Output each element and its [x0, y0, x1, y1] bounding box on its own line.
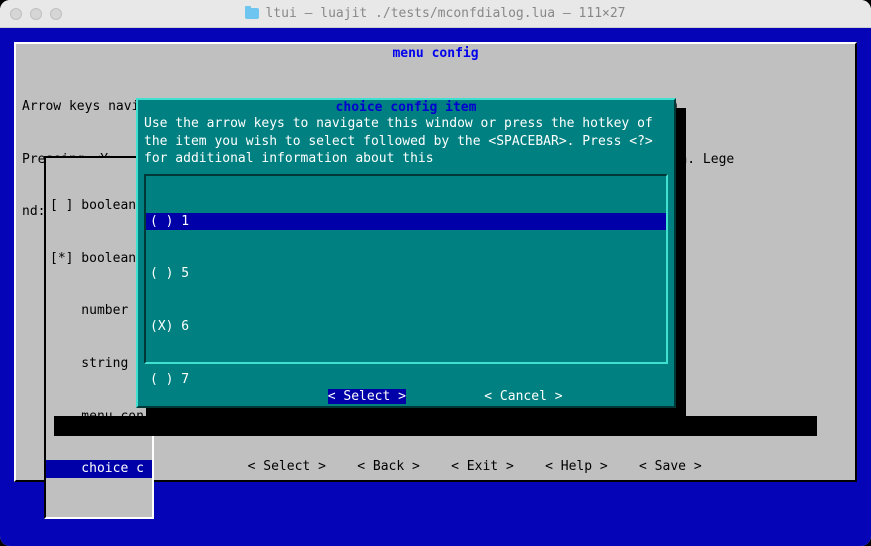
choice-config-dialog: choice config item Use the arrow keys to…: [136, 98, 676, 408]
zoom-icon[interactable]: [50, 8, 62, 20]
choice-cancel-button[interactable]: < Cancel >: [484, 389, 562, 404]
choice-title: choice config item: [138, 100, 674, 115]
select-button[interactable]: < Select >: [248, 459, 326, 474]
folder-icon: [245, 8, 259, 19]
window-title: ltui — luajit ./tests/mconfdialog.lua — …: [0, 6, 871, 21]
choice-help-text: Use the arrow keys to navigate this wind…: [138, 115, 674, 168]
terminal-area[interactable]: menu config Arrow keys navigate the menu…: [0, 28, 871, 546]
choice-item-6[interactable]: (X) 6: [146, 318, 666, 336]
exit-button[interactable]: < Exit >: [451, 459, 514, 474]
help-button[interactable]: < Help >: [545, 459, 608, 474]
choice-buttons: < Select > < Cancel >: [138, 374, 674, 419]
save-button[interactable]: < Save >: [639, 459, 702, 474]
back-button[interactable]: < Back >: [357, 459, 420, 474]
menu-buttons: < Select > < Back > < Exit > < Help > < …: [16, 444, 855, 489]
titlebar[interactable]: ltui — luajit ./tests/mconfdialog.lua — …: [0, 0, 871, 28]
choice-item-5[interactable]: ( ) 5: [146, 265, 666, 283]
choice-list[interactable]: ( ) 1 ( ) 5 (X) 6 ( ) 7: [144, 174, 668, 364]
menu-title: menu config: [16, 44, 855, 63]
close-icon[interactable]: [10, 8, 22, 20]
choice-select-button[interactable]: < Select >: [328, 389, 406, 404]
minimize-icon[interactable]: [30, 8, 42, 20]
macos-window: ltui — luajit ./tests/mconfdialog.lua — …: [0, 0, 871, 546]
window-title-text: ltui — luajit ./tests/mconfdialog.lua — …: [265, 6, 625, 21]
choice-item-1[interactable]: ( ) 1: [146, 213, 666, 231]
traffic-lights: [10, 8, 62, 20]
